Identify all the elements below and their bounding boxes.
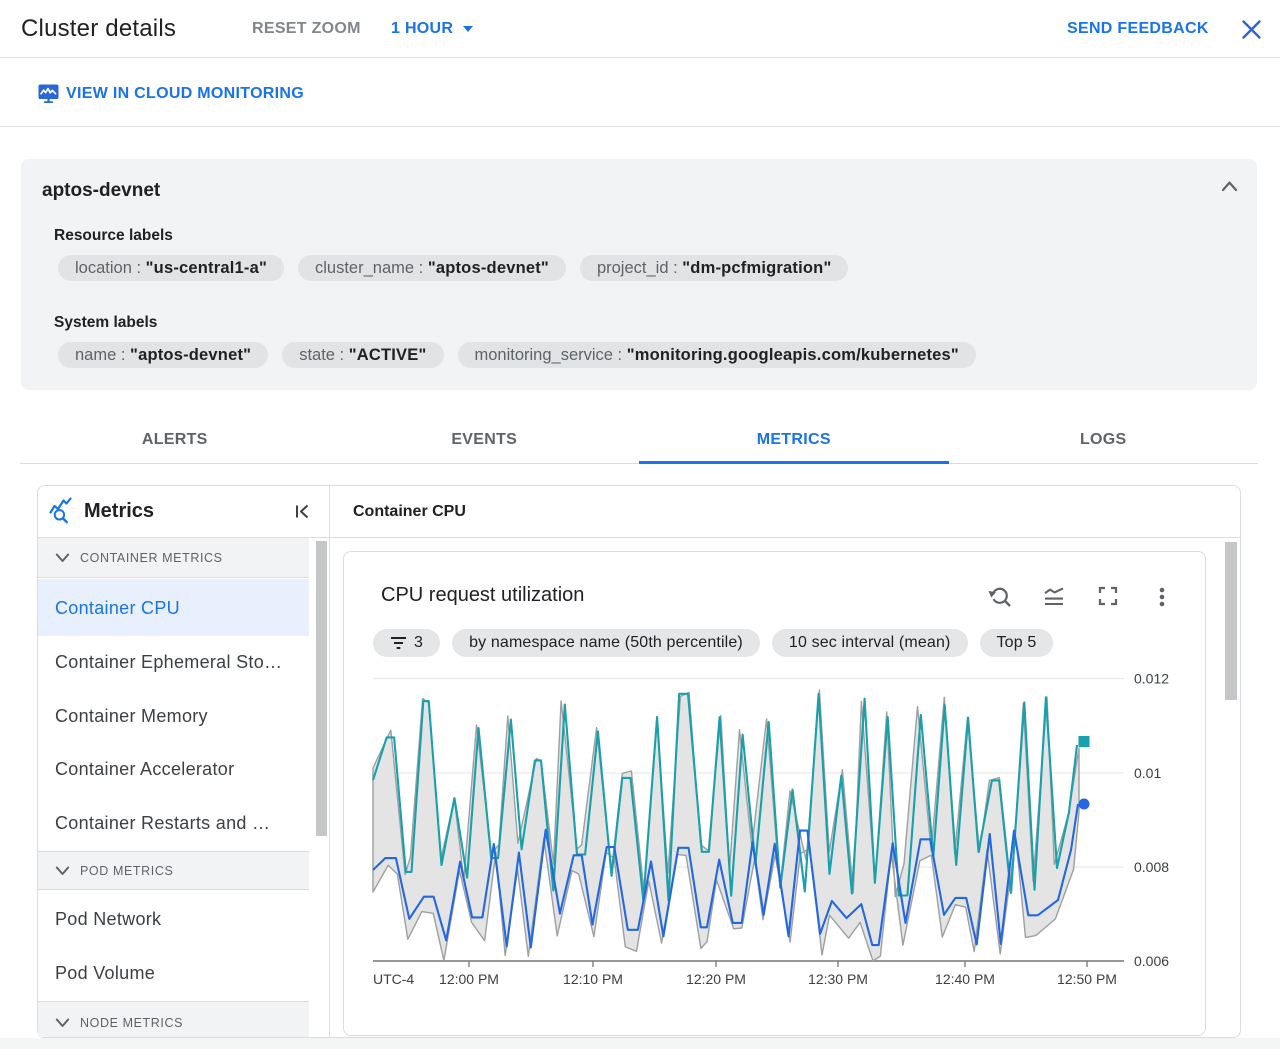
svg-text:0.006: 0.006 xyxy=(1134,953,1169,969)
svg-text:0.012: 0.012 xyxy=(1134,671,1169,687)
svg-text:12:10 PM: 12:10 PM xyxy=(563,971,623,987)
svg-text:12:50 PM: 12:50 PM xyxy=(1057,971,1117,987)
svg-text:12:30 PM: 12:30 PM xyxy=(808,971,868,987)
svg-text:12:00 PM: 12:00 PM xyxy=(439,971,499,987)
svg-text:12:40 PM: 12:40 PM xyxy=(935,971,995,987)
svg-text:12:20 PM: 12:20 PM xyxy=(686,971,746,987)
svg-text:0.008: 0.008 xyxy=(1134,859,1169,875)
svg-text:0.01: 0.01 xyxy=(1134,765,1161,781)
svg-text:UTC-4: UTC-4 xyxy=(373,971,414,987)
